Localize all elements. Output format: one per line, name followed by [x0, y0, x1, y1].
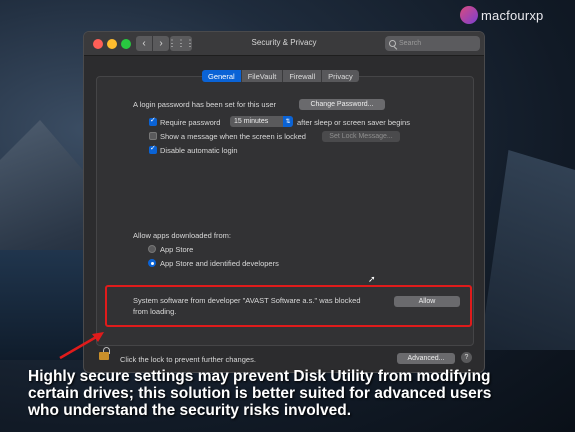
- tab-firewall[interactable]: Firewall: [283, 70, 323, 82]
- require-password-label: Require password: [160, 118, 221, 127]
- search-icon: [389, 40, 396, 47]
- lock-text: Click the lock to prevent further change…: [120, 355, 256, 364]
- chevron-updown-icon: ⇅: [283, 116, 293, 127]
- login-password-text: A login password has been set for this u…: [133, 100, 276, 109]
- tab-bar: General FileVault Firewall Privacy: [202, 70, 359, 82]
- require-password-suffix: after sleep or screen saver begins: [297, 118, 410, 127]
- window-titlebar: ‹ › ⋮⋮⋮ Security & Privacy Search: [84, 32, 484, 56]
- allow-apps-title: Allow apps downloaded from:: [133, 231, 231, 240]
- show-message-label: Show a message when the screen is locked: [160, 132, 306, 141]
- logo-text: macfourxp: [481, 7, 544, 23]
- tab-filevault[interactable]: FileVault: [241, 70, 284, 82]
- pointer-cursor-icon: ➚: [368, 274, 376, 284]
- disable-autologin-label: Disable automatic login: [160, 146, 238, 155]
- app-store-identified-radio[interactable]: [148, 259, 156, 267]
- require-password-delay-value: 15 minutes: [234, 118, 269, 125]
- wallpaper-mountain-right: [480, 150, 575, 350]
- site-logo: macfourxp: [460, 6, 544, 24]
- show-message-checkbox[interactable]: [149, 132, 157, 140]
- search-field[interactable]: Search: [385, 36, 480, 51]
- require-password-checkbox[interactable]: [149, 116, 157, 126]
- advanced-button[interactable]: Advanced...: [397, 353, 455, 364]
- caption-text: Highly secure settings may prevent Disk …: [28, 368, 492, 419]
- app-store-label: App Store: [160, 245, 194, 254]
- tab-privacy[interactable]: Privacy: [322, 70, 359, 82]
- search-placeholder: Search: [399, 40, 422, 47]
- logo-mark-icon: [460, 6, 478, 24]
- change-password-button[interactable]: Change Password...: [299, 99, 385, 110]
- disable-autologin-checkbox[interactable]: [149, 144, 157, 154]
- set-lock-message-button[interactable]: Set Lock Message...: [322, 131, 400, 142]
- help-icon[interactable]: ?: [461, 352, 472, 363]
- annotation-arrow-icon: [59, 332, 104, 360]
- blocked-software-highlight: [105, 285, 472, 327]
- require-password-delay-select[interactable]: 15 minutes ⇅: [230, 116, 293, 127]
- app-store-radio[interactable]: [148, 245, 156, 253]
- app-store-identified-label: App Store and identified developers: [160, 259, 279, 268]
- tab-general[interactable]: General: [202, 70, 242, 82]
